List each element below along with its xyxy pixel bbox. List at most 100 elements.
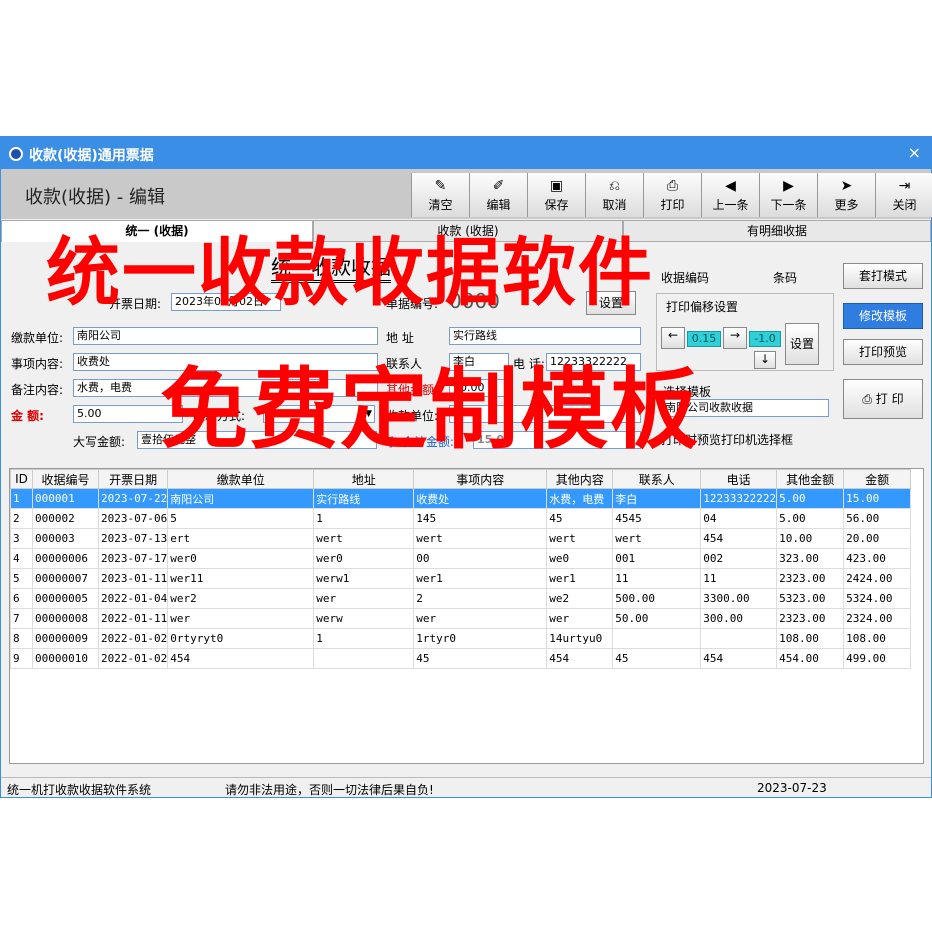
table-row[interactable]: 3 000003 2023-07-13 ert wert wert wert wert 454 1… — [10, 528, 912, 549]
table-cell: wer1 — [413, 568, 548, 589]
print-preview-button[interactable]: 打印预览 — [843, 339, 923, 365]
toolbar-button-8[interactable]: ⇥ 关闭 — [875, 173, 932, 217]
toolbar-label: 更多 — [834, 197, 859, 212]
table-cell: wert — [612, 528, 702, 549]
table-cell: 2 — [413, 588, 548, 609]
toolbar-label: 上一条 — [712, 197, 749, 212]
edit-icon: ✐ — [492, 177, 505, 194]
column-header[interactable]: 缴款单位 — [167, 469, 315, 489]
table-cell: 2324.00 — [843, 608, 912, 629]
table-cell: 454 — [546, 648, 614, 669]
prev-icon: ◀ — [725, 177, 736, 194]
column-header[interactable]: 其他内容 — [546, 469, 614, 489]
table-row[interactable]: 7 00000008 2022-01-11 wer werw wer wer 50.00 300… — [10, 608, 912, 629]
column-header[interactable]: 事项内容 — [413, 469, 548, 489]
toolbar-button-4[interactable]: ⎙ 打印 — [643, 173, 701, 217]
table-cell: 2023-07-22 — [97, 488, 169, 509]
offset-x-field[interactable]: 0.15 — [687, 331, 721, 347]
table-cell: wer — [167, 608, 315, 629]
offset-y-field[interactable]: -1.0 — [749, 331, 781, 347]
table-cell: 00000006 — [32, 548, 99, 569]
table-row[interactable]: 2 000002 2023-07-06 5 1 145 45 4545 04 5.00 56.00 — [10, 508, 912, 529]
table-cell: wer — [546, 608, 614, 629]
toolbar-button-3[interactable]: ⎌ 取消 — [585, 173, 643, 217]
table-cell: 000002 — [32, 508, 99, 529]
table-cell: 454 — [700, 648, 778, 669]
receipt-code-check[interactable]: 收据编码 — [661, 269, 709, 286]
header-bar: 收款(收据) - 编辑 ✎ 清空 ✐ 编辑 ▣ 保存 ⎌ 取消 ⎙ 打印 ◀ 上一条 ▶ 下一条 ➤ 更多 ⇥ 关… — [1, 169, 932, 219]
column-header[interactable]: ID — [10, 469, 33, 489]
close-icon[interactable]: × — [908, 143, 921, 162]
print-mode-button[interactable]: 套打模式 — [843, 263, 923, 289]
table-cell: 12233322222 — [700, 488, 778, 509]
table-cell: 1 — [313, 508, 415, 529]
table-cell: 00000009 — [32, 628, 99, 649]
save-icon: ▣ — [549, 177, 564, 194]
table-cell: 2022-01-02 — [97, 628, 169, 649]
tab-detail[interactable]: 有明细收据 — [623, 220, 931, 242]
toolbar-button-1[interactable]: ✐ 编辑 — [469, 173, 527, 217]
table-cell: 1 — [313, 628, 415, 649]
table-cell: 2023-01-11 — [97, 568, 169, 589]
toolbar-button-6[interactable]: ▶ 下一条 — [759, 173, 817, 217]
table-cell — [313, 648, 415, 669]
table-row[interactable]: 8 00000009 2022-01-02 0rtyryt0 1 1rtyr0 14urty… — [10, 628, 912, 649]
column-header[interactable]: 开票日期 — [97, 469, 169, 489]
toolbar: ✎ 清空 ✐ 编辑 ▣ 保存 ⎌ 取消 ⎙ 打印 ◀ 上一条 ▶ 下一条 ➤ 更多 ⇥ 关闭 — [411, 173, 932, 217]
table-cell — [700, 628, 778, 649]
table-cell — [612, 628, 702, 649]
table-cell: werw1 — [313, 568, 415, 589]
addr-label: 地 址 — [386, 331, 414, 345]
toolbar-button-2[interactable]: ▣ 保存 — [527, 173, 585, 217]
right-arrow-button[interactable]: → — [723, 327, 747, 349]
table-cell: we0 — [546, 548, 614, 569]
edit-template-button[interactable]: 修改模板 — [843, 303, 923, 329]
table-cell: wert — [313, 528, 415, 549]
table-cell: 5.00 — [776, 488, 845, 509]
table-cell: wer1 — [546, 568, 614, 589]
table-cell: 11 — [612, 568, 702, 589]
column-header[interactable]: 收据编号 — [32, 469, 99, 489]
addr-field[interactable]: 实行路线 — [449, 327, 641, 345]
column-header[interactable]: 电话 — [700, 469, 778, 489]
column-header[interactable]: 地址 — [313, 469, 415, 489]
offset-set-button[interactable]: 设置 — [785, 323, 819, 365]
table-cell: 11 — [700, 568, 778, 589]
table-row[interactable]: 5 00000007 2023-01-11 wer11 werw1 wer1 wer1 11 1… — [10, 568, 912, 589]
payer-field[interactable]: 南阳公司 — [73, 327, 378, 345]
table-cell: 2022-01-02 — [97, 648, 169, 669]
table-cell: 45 — [612, 648, 702, 669]
table-row[interactable]: 6 00000005 2022-01-04 wer2 wer 2 we2 500.00 3300… — [10, 588, 912, 609]
records-table: ID 收据编号 开票日期 缴款单位 地址 事项内容 其他内容 联系人 电话 其他金额 金额 1 000… — [9, 468, 924, 764]
toolbar-label: 取消 — [602, 197, 627, 212]
down-arrow-button[interactable]: ↓ — [754, 351, 776, 369]
toolbar-button-0[interactable]: ✎ 清空 — [411, 173, 469, 217]
status-bar: 统一机打收款收据软件系统 请勿非法用途，否则一切法律后果自负! 2023-07-… — [1, 777, 931, 797]
table-cell: 0rtyryt0 — [167, 628, 315, 649]
table-cell: 1 — [10, 488, 33, 509]
toolbar-label: 关闭 — [892, 197, 917, 212]
toolbar-button-5[interactable]: ◀ 上一条 — [701, 173, 759, 217]
table-cell: 1rtyr0 — [413, 628, 548, 649]
table-row[interactable]: 1 000001 2023-07-22 南阳公司 实行路线 收费处 水费，电费 李白 12233… — [10, 488, 912, 509]
amount-label: 金 额: — [11, 409, 44, 423]
table-cell: 00000007 — [32, 568, 99, 589]
column-header[interactable]: 金额 — [843, 469, 912, 489]
promo-overlay-line2: 免费定制模板 — [160, 358, 701, 461]
table-cell: wert — [546, 528, 614, 549]
table-row[interactable]: 9 00000010 2022-01-02 454 45 454 45 454 454.00 49… — [10, 648, 912, 669]
table-cell: 454.00 — [776, 648, 845, 669]
table-cell: 3300.00 — [700, 588, 778, 609]
barcode-check[interactable]: 条码 — [773, 269, 797, 286]
left-arrow-button[interactable]: ← — [661, 327, 685, 349]
column-header[interactable]: 其他金额 — [776, 469, 845, 489]
table-cell: 50.00 — [612, 608, 702, 629]
table-cell: 20.00 — [843, 528, 912, 549]
table-row[interactable]: 4 00000006 2023-07-17 wer0 wer0 00 we0 001 002 32… — [10, 548, 912, 569]
toolbar-button-7[interactable]: ➤ 更多 — [817, 173, 875, 217]
table-cell: 10.00 — [776, 528, 845, 549]
column-header[interactable]: 联系人 — [612, 469, 702, 489]
status-warning: 请勿非法用途，否则一切法律后果自负! — [225, 783, 434, 797]
print-button[interactable]: ⎙ 打 印 — [843, 379, 923, 419]
table-cell: 454 — [700, 528, 778, 549]
